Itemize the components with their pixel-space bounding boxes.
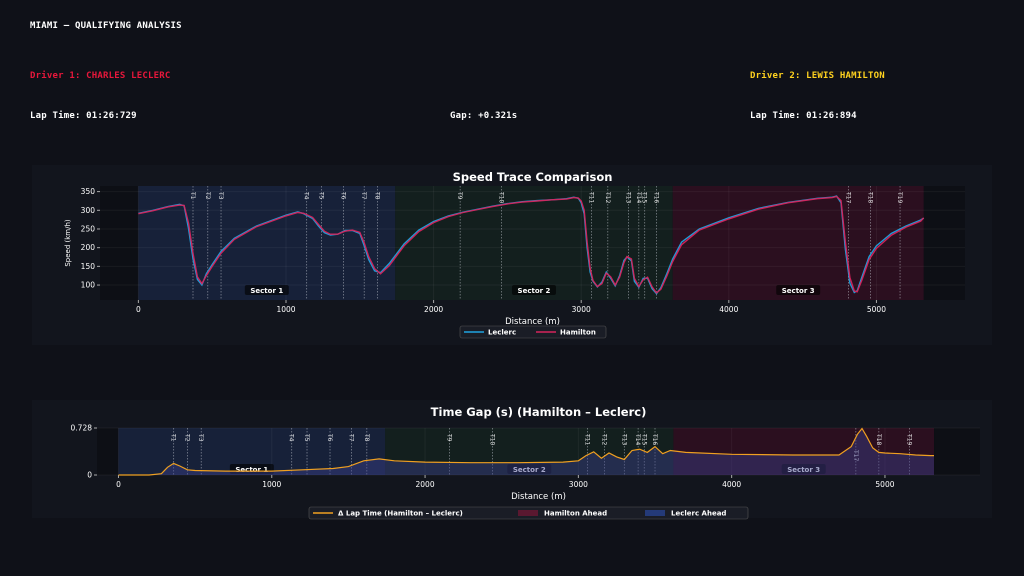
turn-label: T19 (905, 433, 912, 445)
turn-label: T10 (489, 433, 496, 445)
turn-label: T3 (197, 433, 204, 442)
turn-label: T5 (303, 433, 310, 442)
turn-label: T9 (446, 433, 453, 442)
x-tick-label: 1000 (262, 480, 281, 489)
legend-entry: Leclerc Ahead (671, 510, 726, 518)
x-tick-label: 5000 (875, 480, 894, 489)
time-gap-chart: Sector 1 Sector 2 Sector 3T1 T2 T3 T4 T5 T6 T7 T8… (32, 400, 992, 520)
x-tick-label: 4000 (722, 480, 741, 489)
x-tick-label: 0 (116, 480, 121, 489)
turn-label: T1 (170, 433, 177, 442)
x-axis-label: Distance (m) (511, 492, 566, 502)
turn-label: T7 (347, 433, 354, 442)
turn-label: T6 (326, 433, 333, 442)
turn-label: T15 (640, 433, 647, 445)
legend-swatch-hamilton-ahead (518, 510, 538, 516)
turn-label: T13 (620, 433, 627, 445)
turn-label: T11 (584, 433, 591, 445)
turn-label: T18 (875, 433, 882, 445)
chart-title: Time Gap (s) (Hamilton – Leclerc) (431, 405, 647, 419)
turn-label: T2 (183, 433, 190, 442)
legend-swatch-leclerc-ahead (645, 510, 665, 516)
turn-label: T12 (600, 433, 607, 445)
legend-entry: Hamilton Ahead (544, 510, 607, 518)
y-tick-label: 0 (87, 471, 92, 480)
legend-entry: Δ Lap Time (Hamilton – Leclerc) (338, 510, 463, 518)
x-tick-label: 3000 (569, 480, 588, 489)
x-tick-label: 2000 (416, 480, 435, 489)
turn-label: T16 (651, 433, 658, 445)
turn-label: T8 (363, 433, 370, 442)
legend: Δ Lap Time (Hamilton – Leclerc) Hamilton … (308, 506, 749, 520)
turn-label: T4 (288, 433, 295, 442)
y-tick-label: 0.728 (71, 424, 93, 433)
turn-label: T14 (634, 433, 641, 445)
